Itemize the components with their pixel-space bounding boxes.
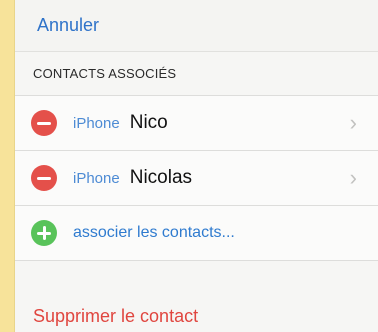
- remove-linked-contact-button[interactable]: [31, 165, 57, 191]
- add-link-button[interactable]: [31, 220, 57, 246]
- contact-edit-panel: Annuler CONTACTS ASSOCIÉS iPhone Nico › …: [14, 0, 378, 332]
- delete-contact-row: Supprimer le contact: [15, 261, 378, 331]
- minus-circle-icon: [37, 122, 51, 125]
- remove-linked-contact-button[interactable]: [31, 110, 57, 136]
- link-contacts-row[interactable]: associer les contacts...: [15, 206, 378, 261]
- linked-contact-row-nicolas[interactable]: iPhone Nicolas ›: [15, 151, 378, 206]
- contact-name: Nico: [129, 112, 168, 133]
- link-contacts-label: associer les contacts...: [73, 224, 235, 241]
- plus-circle-icon: [42, 226, 46, 240]
- chevron-right-icon: ›: [349, 110, 357, 135]
- linked-contact-row-nico[interactable]: iPhone Nico ›: [15, 96, 378, 151]
- contact-source-label: iPhone: [73, 169, 120, 187]
- contact-source-label: iPhone: [73, 114, 120, 132]
- cancel-button[interactable]: Annuler: [37, 15, 99, 36]
- contact-name: Nicolas: [129, 167, 193, 188]
- minus-circle-icon: [37, 177, 51, 180]
- linked-contacts-header: CONTACTS ASSOCIÉS: [15, 52, 378, 96]
- delete-contact-button[interactable]: Supprimer le contact: [33, 306, 198, 327]
- top-bar: Annuler: [15, 0, 378, 52]
- chevron-right-icon: ›: [349, 165, 357, 190]
